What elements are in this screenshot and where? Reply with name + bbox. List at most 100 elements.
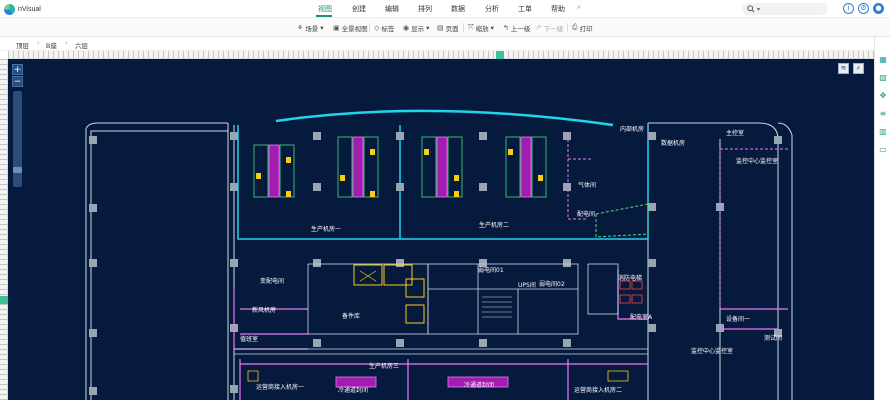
menu-data[interactable]: 数据 xyxy=(451,4,465,14)
layers-icon[interactable]: ▦ xyxy=(878,55,888,65)
room-label[interactable]: 变配电间 xyxy=(260,277,284,285)
list-icon[interactable]: ≡ xyxy=(878,109,888,119)
app-logo[interactable]: nVisual xyxy=(4,2,41,16)
page-label: 页面 xyxy=(445,26,459,33)
search-box[interactable]: ▾ xyxy=(742,3,828,15)
level-down-label: 下一级 xyxy=(543,26,564,33)
panorama-icon: ▣ xyxy=(333,25,340,32)
floorplan-canvas[interactable]: 生产机房一 生产机房二 生产机房三 内部机房 数据机房 主控室 监控中心监控室 … xyxy=(8,59,874,400)
level-up-icon: ↰ xyxy=(503,25,509,32)
zoom-label: 缩放 xyxy=(475,26,489,33)
ruler-marker xyxy=(496,51,504,59)
column-group xyxy=(89,132,782,395)
room-label[interactable]: 主控室 xyxy=(726,129,744,137)
zoom-icon: ⤧ xyxy=(468,24,474,31)
zoom-slider-thumb[interactable] xyxy=(13,167,22,173)
scene-button[interactable]: ⚘ 场景 ▾ xyxy=(297,23,324,33)
top-menu-bar: nVisual 视图 创建 编辑 排列 数据 分析 工单 帮助 » ▾ i ⚙ … xyxy=(0,0,890,18)
zoom-out-button[interactable]: − xyxy=(12,76,23,87)
breadcrumb-item[interactable]: B座 xyxy=(46,40,57,50)
print-icon: ⎙ xyxy=(572,24,578,31)
room-label[interactable]: 内部机房 xyxy=(620,125,644,133)
level-down-icon: ↱ xyxy=(536,25,542,32)
info-icon[interactable]: i xyxy=(843,3,854,14)
eye-icon: ◉ xyxy=(403,25,410,32)
monitor-icon[interactable]: ▭ xyxy=(878,145,888,155)
room-label[interactable]: 弱电间02 xyxy=(539,280,565,288)
panorama-label: 全景视图 xyxy=(341,26,368,33)
room-label[interactable]: 值班室 xyxy=(240,335,258,343)
level-down-button[interactable]: ↱ 下一级 xyxy=(536,23,563,33)
chevron-right-icon: › xyxy=(37,39,40,47)
search-icon xyxy=(747,5,755,13)
page-button[interactable]: ▤ 页面 xyxy=(437,23,459,33)
room-label[interactable]: 冷通道封闭 xyxy=(338,386,368,394)
room-label[interactable]: 数据机房 xyxy=(661,139,685,147)
menu-create[interactable]: 创建 xyxy=(352,4,366,14)
room-label[interactable]: 新风机房 xyxy=(252,306,276,314)
logo-icon xyxy=(4,3,15,15)
print-button[interactable]: ⎙ 打印 xyxy=(572,23,593,33)
settings-icon[interactable]: ⚙ xyxy=(858,3,869,14)
bars-icon[interactable]: ▥ xyxy=(878,127,888,137)
menu-analysis[interactable]: 分析 xyxy=(485,4,499,14)
menu-help[interactable]: 帮助 xyxy=(551,4,565,14)
expand-icon[interactable]: ✥ xyxy=(878,91,888,101)
room-label[interactable]: 配电室A xyxy=(630,313,653,321)
tag-icon: ◇ xyxy=(374,25,380,32)
right-side-panel: ▦ ▧ ✥ ≡ ▥ ▭ xyxy=(874,37,890,400)
tag-button[interactable]: ◇ 标签 xyxy=(374,23,394,33)
room-label[interactable]: 生产机房三 xyxy=(369,362,399,370)
room-label[interactable]: UPS间 xyxy=(518,281,536,289)
zoom-button[interactable]: ⤧ 缩放 ▾ xyxy=(468,23,494,33)
room-label[interactable]: 配电间 xyxy=(577,210,595,218)
toolbar: ⚘ 场景 ▾ ▣ 全景视图 ◇ 标签 ◉ 显示 ▾ ▤ 页面 ⤧ 缩放 ▾ ↰ xyxy=(0,18,890,37)
grid-icon[interactable]: ▧ xyxy=(878,73,888,83)
ruler-marker xyxy=(0,296,8,304)
layers-icon[interactable]: ≋ xyxy=(838,63,849,74)
room-label[interactable]: 弱电间01 xyxy=(478,266,504,274)
room-label[interactable]: 冷通道封闭 xyxy=(464,381,494,389)
room-label[interactable]: 消防电梯 xyxy=(618,274,642,282)
menu-arrange[interactable]: 排列 xyxy=(418,4,432,14)
room-label[interactable]: 设备间一 xyxy=(726,315,750,323)
menu-more-icon[interactable]: » xyxy=(577,4,581,11)
chevron-down-icon: ▾ xyxy=(320,25,324,32)
room-label[interactable]: 运营商接入机房一 xyxy=(256,383,304,391)
scene-icon: ⚘ xyxy=(297,25,304,32)
display-button[interactable]: ◉ 显示 ▾ xyxy=(403,23,429,33)
menu-workorder[interactable]: 工单 xyxy=(518,4,532,14)
menu-edit[interactable]: 编辑 xyxy=(385,4,399,14)
floorplan-drawing: 生产机房一 生产机房二 生产机房三 内部机房 数据机房 主控室 监控中心监控室 … xyxy=(85,109,793,400)
room-label[interactable]: 生产机房二 xyxy=(479,221,509,229)
room-label[interactable]: 运营商接入机房二 xyxy=(574,386,622,394)
room-label[interactable]: 生产机房一 xyxy=(311,225,341,233)
room-label[interactable]: 备件库 xyxy=(342,312,360,320)
chevron-down-icon: ▾ xyxy=(490,25,494,32)
breadcrumb-item[interactable]: 六层 xyxy=(75,40,88,50)
horizontal-ruler xyxy=(8,51,874,59)
room-label[interactable]: 测试间 xyxy=(764,334,782,342)
display-label: 显示 xyxy=(411,26,425,33)
zoom-in-button[interactable]: + xyxy=(12,64,23,75)
user-icon[interactable]: ● xyxy=(873,3,884,14)
room-label[interactable]: 监控中心监控室 xyxy=(691,347,733,355)
search-icon[interactable]: ⌕ xyxy=(853,63,864,74)
menu-view[interactable]: 视图 xyxy=(318,4,332,14)
room-label[interactable]: 气体间 xyxy=(578,181,596,189)
cyan-wall xyxy=(275,109,614,127)
search-dropdown-caret[interactable]: ▾ xyxy=(757,6,760,13)
panorama-button[interactable]: ▣ 全景视图 xyxy=(333,23,368,33)
room-label[interactable]: 监控中心监控室 xyxy=(736,157,778,165)
level-up-button[interactable]: ↰ 上一级 xyxy=(503,23,530,33)
tag-label: 标签 xyxy=(381,26,395,33)
scene-label: 场景 xyxy=(305,26,319,33)
page-icon: ▤ xyxy=(437,25,444,32)
chevron-down-icon: ▾ xyxy=(426,25,430,32)
toolbar-divider xyxy=(369,23,370,32)
app-window: nVisual 视图 创建 编辑 排列 数据 分析 工单 帮助 » ▾ i ⚙ … xyxy=(0,0,890,400)
vertical-ruler xyxy=(0,59,8,400)
breadcrumb-item[interactable]: 顶层 xyxy=(16,40,29,50)
app-name: nVisual xyxy=(18,5,41,13)
toolbar-divider xyxy=(567,23,568,32)
